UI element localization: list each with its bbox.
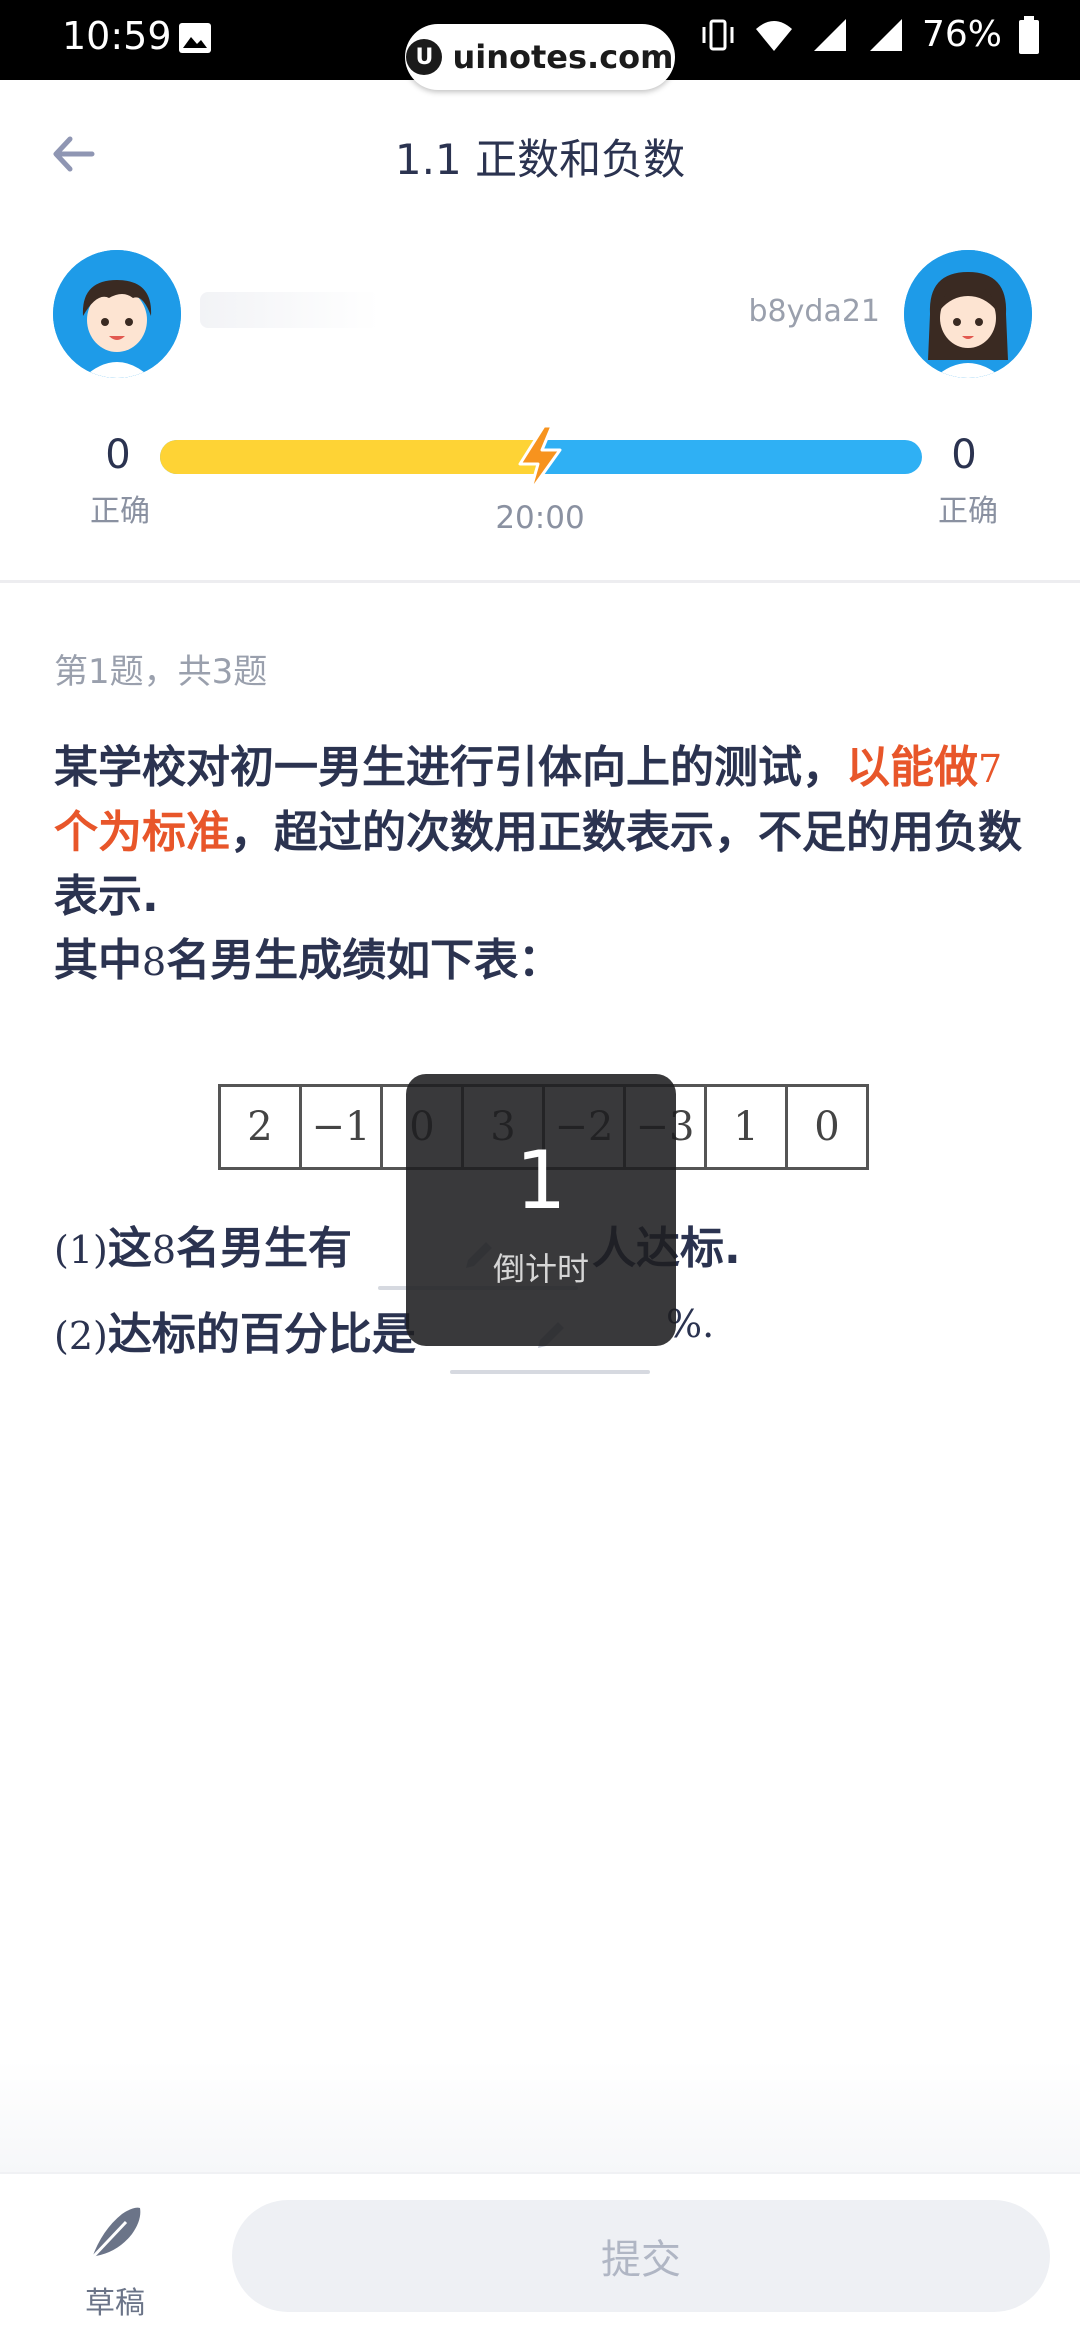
table-cell: 1	[707, 1087, 788, 1167]
question-stem: 某学校对初一男生进行引体向上的测试，以能做7个为标准，超过的次数用正数表示，不足…	[54, 736, 1034, 994]
question-highlight-a: 以能做	[846, 742, 978, 793]
submit-label: 提交	[601, 2237, 681, 2283]
draft-label: 草稿	[85, 2286, 145, 2321]
sub-question-1-text-a: 这	[107, 1223, 152, 1274]
status-time: 10:59	[62, 14, 172, 58]
question-line2-a: 其中	[54, 935, 142, 986]
question-line2-number: 8	[142, 940, 167, 984]
answer-blank-2[interactable]	[450, 1370, 650, 1374]
signal-icon-2	[869, 18, 902, 51]
boy-avatar-icon	[53, 250, 181, 378]
match-timer: 20:00	[495, 500, 585, 536]
countdown-overlay: 1 倒计时	[406, 1074, 676, 1346]
question-line2-b: 名男生成绩如下表：	[166, 935, 563, 986]
sub-question-1-number: (1)	[54, 1228, 108, 1272]
sub-question-1-text-b: 名男生有	[176, 1223, 353, 1274]
sub-question-2-number: (2)	[54, 1314, 108, 1358]
signal-icon	[813, 18, 846, 51]
countdown-number: 1	[515, 1134, 567, 1227]
table-cell: 0	[814, 1104, 840, 1150]
table-cell: −1	[302, 1087, 383, 1167]
right-score-label: 正确	[938, 494, 998, 529]
watermark-logo-icon: U	[406, 39, 443, 75]
countdown-label: 倒计时	[492, 1250, 589, 1288]
sub-question-2: (2)达标的百分比是	[54, 1298, 416, 1362]
question-progress: 第1题，共3题	[54, 652, 268, 692]
battery-percent: 76%	[921, 14, 1002, 55]
page-title: 1.1 正数和负数	[394, 135, 686, 184]
battery-icon	[1019, 15, 1039, 54]
vibrate-icon	[702, 19, 734, 50]
bottom-fade	[0, 2060, 1080, 2172]
left-progress-fill	[160, 440, 541, 474]
feather-icon	[90, 2207, 141, 2260]
draft-button[interactable]: 草稿	[60, 2200, 170, 2322]
right-score: 0	[951, 432, 977, 478]
watermark: U uinotes.com	[405, 24, 675, 90]
lightning-bolt-icon	[518, 424, 562, 494]
table-cell: 2	[221, 1087, 302, 1167]
player-avatar-left	[53, 250, 181, 378]
question-highlight-b: 个为标准	[54, 807, 230, 858]
question-highlight-number: 7	[978, 747, 1003, 791]
left-score-label: 正确	[90, 494, 150, 529]
watermark-text: uinotes.com	[452, 38, 674, 76]
sub-question-2-text: 达标的百分比是	[107, 1309, 416, 1360]
wifi-icon	[755, 20, 792, 51]
sub-question-1-count: 8	[151, 1228, 177, 1272]
player-name-right: b8yda21	[748, 294, 880, 329]
header-divider	[0, 580, 1080, 583]
left-score: 0	[105, 432, 131, 478]
player-avatar-right	[904, 250, 1032, 378]
girl-avatar-icon	[904, 250, 1032, 378]
image-notification-icon	[179, 23, 211, 53]
submit-button[interactable]: 提交	[232, 2200, 1050, 2312]
player-name-left-blurred	[200, 292, 380, 328]
question-text-part1: 某学校对初一男生进行引体向上的测试，	[54, 742, 846, 793]
sub-question-1: (1)这8名男生有	[54, 1212, 352, 1276]
